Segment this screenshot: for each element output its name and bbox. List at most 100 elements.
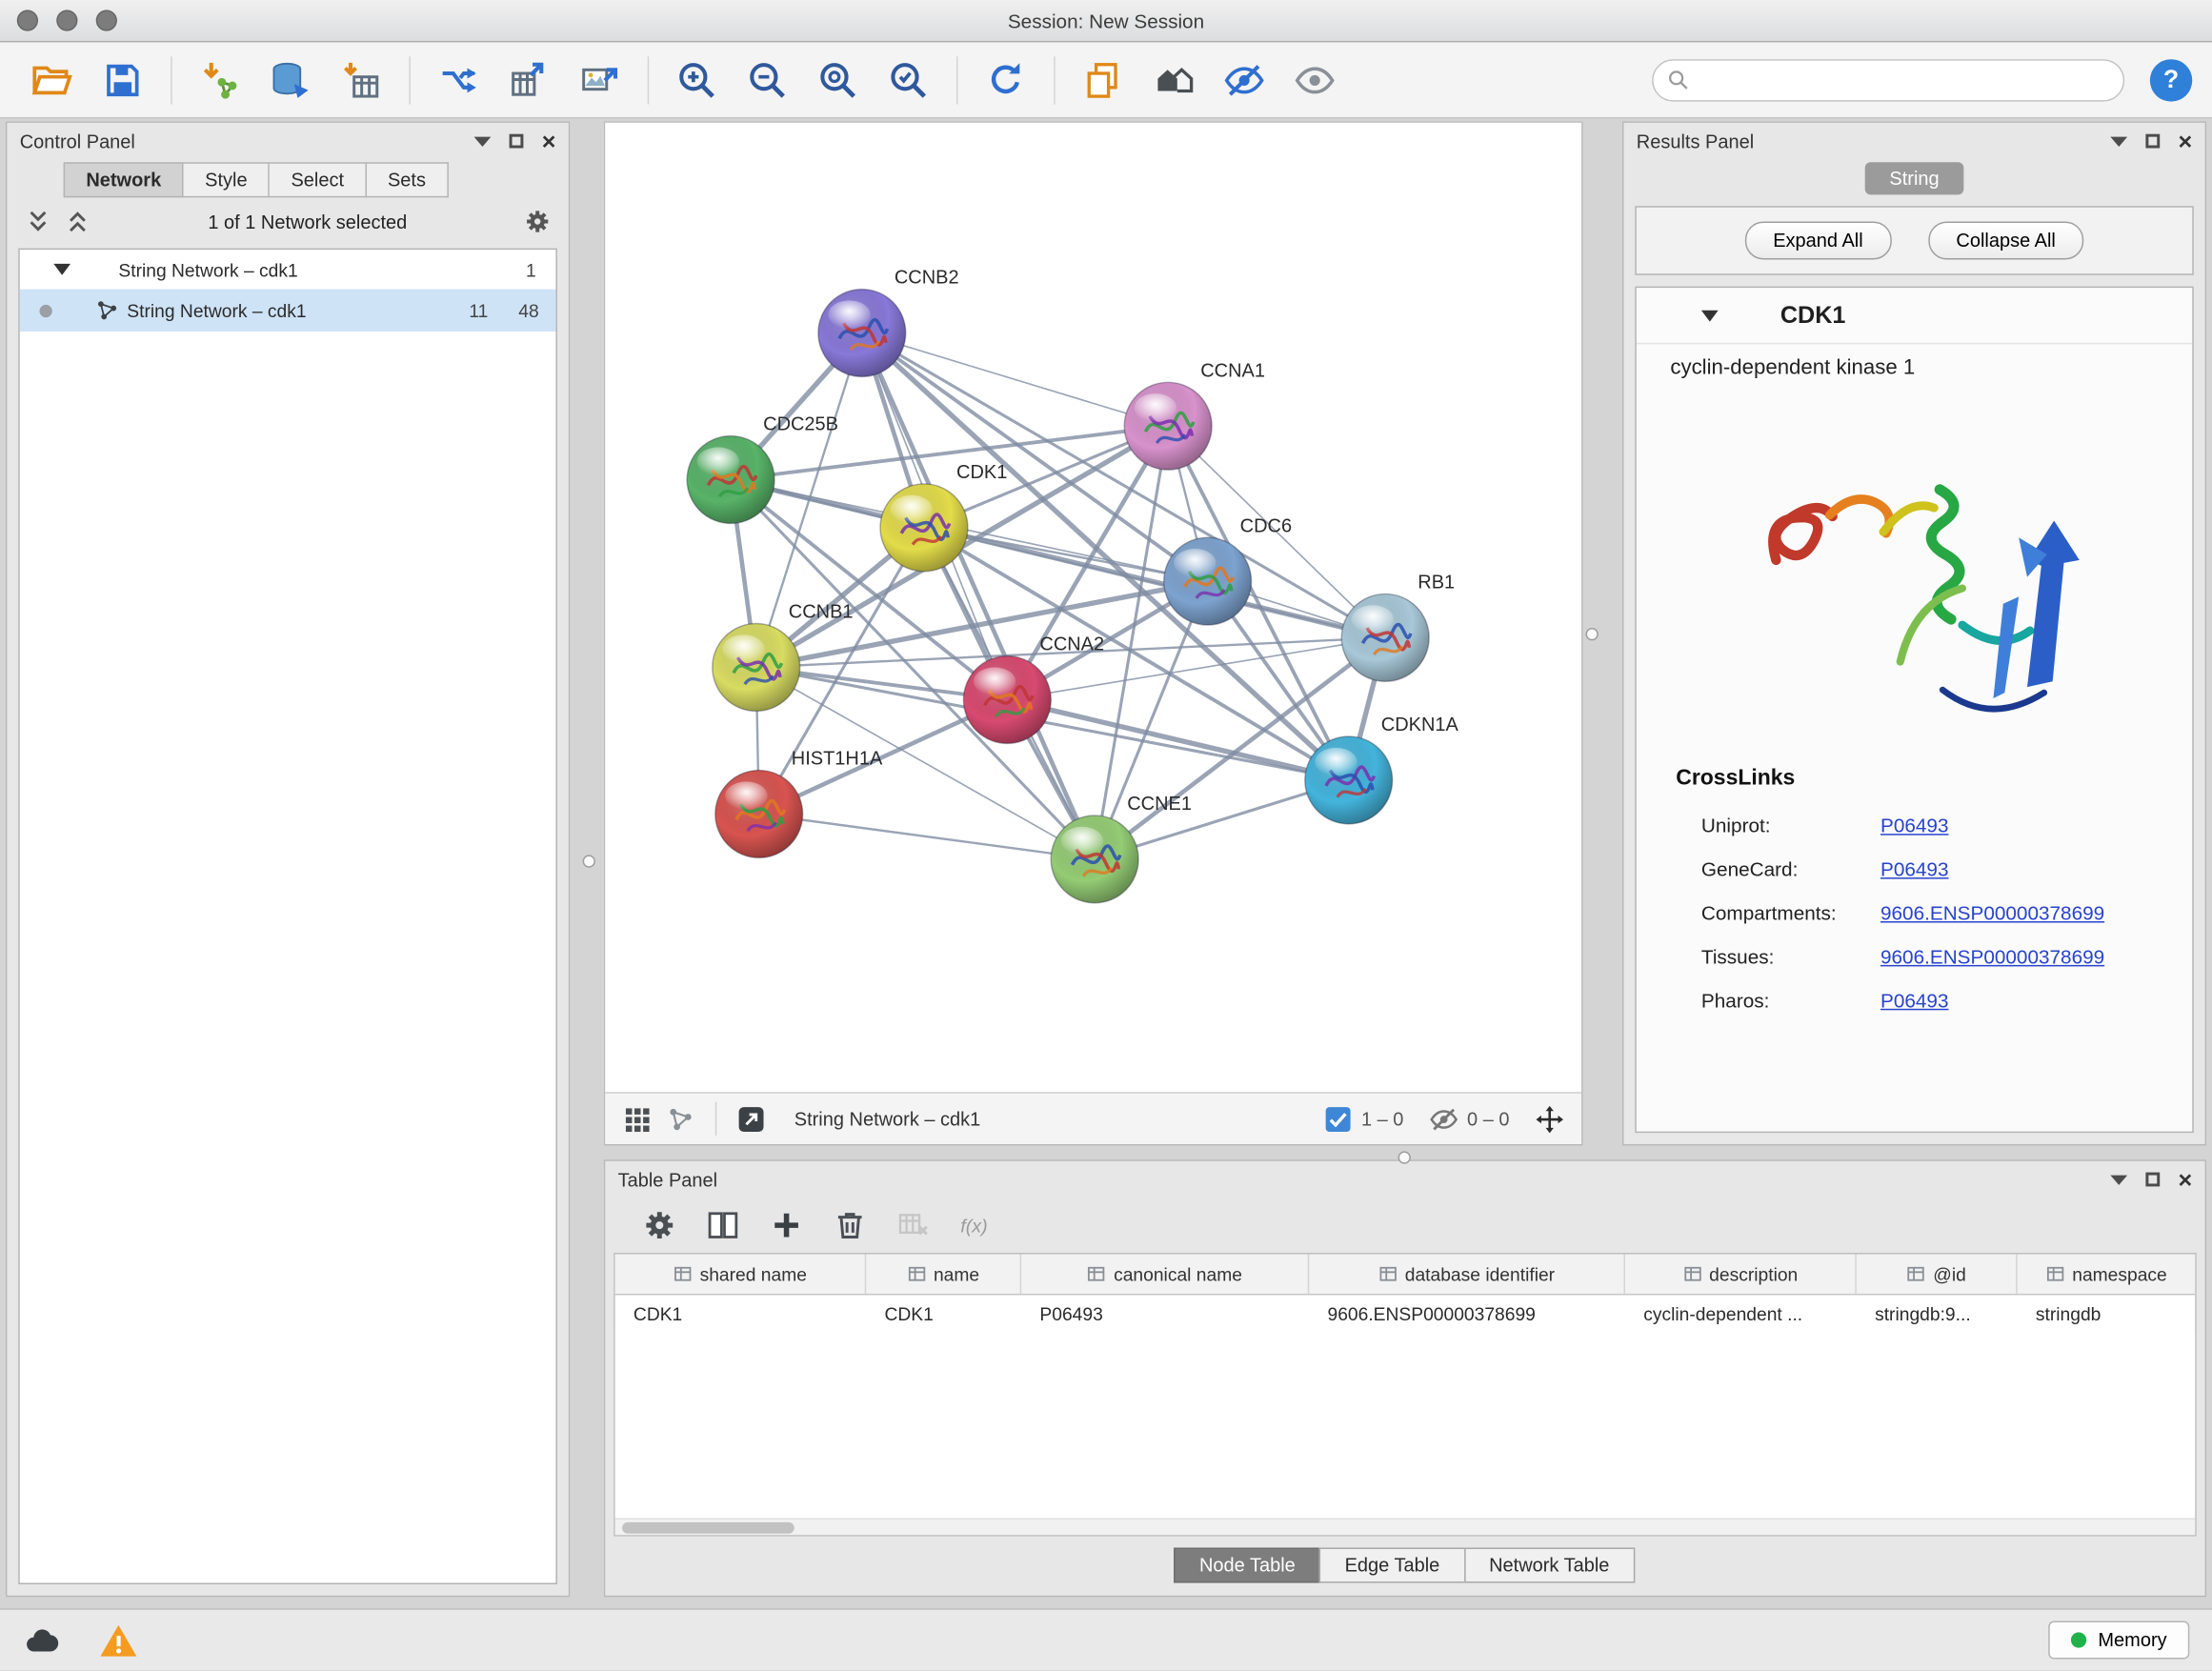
column-header-id[interactable]: @id bbox=[1857, 1254, 2018, 1293]
zoom-selected-button[interactable] bbox=[876, 50, 941, 110]
network-node-CCNB1[interactable] bbox=[713, 624, 800, 712]
genecard-link[interactable]: P06493 bbox=[1880, 857, 1948, 880]
network-node-RB1[interactable] bbox=[1341, 594, 1429, 681]
network-node-CDC6[interactable] bbox=[1164, 537, 1252, 625]
network-node-CDKN1A[interactable] bbox=[1305, 736, 1393, 824]
column-header-canonical-name[interactable]: canonical name bbox=[1021, 1254, 1309, 1293]
help-icon[interactable]: ? bbox=[2150, 58, 2192, 100]
network-node-CDC25B[interactable] bbox=[687, 436, 774, 524]
cell-canonical-name[interactable]: P06493 bbox=[1021, 1303, 1309, 1324]
zoom-fit-button[interactable] bbox=[806, 50, 871, 110]
compartments-link[interactable]: 9606.ENSP00000378699 bbox=[1880, 901, 2104, 924]
close-panel-icon[interactable]: × bbox=[2179, 1167, 2193, 1191]
network-edge[interactable] bbox=[862, 332, 1168, 426]
network-node-CCNA1[interactable] bbox=[1124, 382, 1212, 470]
delete-column-trash-icon[interactable] bbox=[833, 1208, 868, 1243]
collapse-section-icon[interactable] bbox=[1701, 311, 1719, 322]
table-settings-gear-icon[interactable] bbox=[642, 1208, 677, 1243]
function-builder-icon[interactable]: f(x) bbox=[959, 1208, 995, 1243]
column-header-database-identifier[interactable]: database identifier bbox=[1309, 1254, 1625, 1293]
cell-database-identifier[interactable]: 9606.ENSP00000378699 bbox=[1309, 1303, 1625, 1324]
merge-networks-button[interactable] bbox=[426, 50, 491, 110]
network-edge[interactable] bbox=[759, 814, 1095, 858]
import-network-database-button[interactable] bbox=[258, 50, 323, 110]
column-header-name[interactable]: name bbox=[866, 1254, 1021, 1293]
tab-select[interactable]: Select bbox=[270, 162, 366, 197]
add-column-icon[interactable] bbox=[769, 1208, 804, 1243]
cell-id[interactable]: stringdb:9... bbox=[1857, 1303, 2018, 1324]
cell-namespace[interactable]: stringdb bbox=[2018, 1303, 2196, 1324]
float-panel-icon[interactable] bbox=[2145, 134, 2160, 149]
network-node-HIST1H1A[interactable] bbox=[715, 771, 803, 858]
collapse-all-button[interactable]: Collapse All bbox=[1928, 221, 2084, 259]
search-input[interactable] bbox=[1697, 70, 2108, 91]
export-image-button[interactable] bbox=[567, 50, 632, 110]
show-columns-icon[interactable] bbox=[705, 1208, 740, 1243]
close-window-button[interactable] bbox=[17, 10, 38, 30]
horizontal-scrollbar[interactable] bbox=[615, 1518, 2196, 1535]
network-edge[interactable] bbox=[862, 332, 1385, 637]
cloud-icon[interactable] bbox=[23, 1621, 62, 1660]
column-header-description[interactable]: description bbox=[1625, 1254, 1857, 1293]
hide-selected-button[interactable] bbox=[1212, 50, 1277, 110]
collapse-all-rows-icon[interactable] bbox=[64, 208, 92, 236]
network-node-CCNE1[interactable] bbox=[1051, 815, 1138, 903]
float-panel-icon[interactable] bbox=[510, 134, 524, 149]
column-header-namespace[interactable]: namespace bbox=[2018, 1254, 2196, 1293]
tissues-link[interactable]: 9606.ENSP00000378699 bbox=[1880, 944, 2104, 967]
refresh-button[interactable] bbox=[974, 50, 1038, 110]
network-from-table-button[interactable] bbox=[496, 50, 561, 110]
selected-checkbox-icon[interactable] bbox=[1323, 1104, 1353, 1134]
cell-description[interactable]: cyclin-dependent ... bbox=[1625, 1303, 1857, 1324]
copy-button[interactable] bbox=[1071, 50, 1136, 110]
warning-icon[interactable] bbox=[99, 1621, 138, 1660]
protein-card-header[interactable]: CDK1 bbox=[1637, 288, 2192, 344]
close-panel-icon[interactable]: × bbox=[2179, 129, 2193, 152]
network-edge[interactable] bbox=[1007, 700, 1348, 780]
network-canvas[interactable]: CCNB2CCNA1CDC25BCDK1CDC6RB1CCNB1CCNA2CDK… bbox=[605, 123, 1581, 1092]
scrollbar-thumb[interactable] bbox=[622, 1521, 794, 1533]
network-row-selected[interactable]: String Network – cdk1 11 48 bbox=[20, 290, 556, 332]
collapse-panel-icon[interactable] bbox=[474, 136, 492, 146]
network-node-CCNB2[interactable] bbox=[818, 290, 906, 377]
network-collection-row[interactable]: String Network – cdk1 1 bbox=[20, 250, 556, 289]
left-splitter-handle[interactable] bbox=[583, 855, 595, 867]
zoom-out-button[interactable] bbox=[735, 50, 800, 110]
cell-shared-name[interactable]: CDK1 bbox=[615, 1303, 867, 1324]
home-button[interactable] bbox=[1141, 50, 1206, 110]
save-session-button[interactable] bbox=[90, 50, 155, 110]
import-table-button[interactable] bbox=[329, 50, 393, 110]
maximize-window-button[interactable] bbox=[96, 10, 117, 30]
hidden-eye-slash-icon[interactable] bbox=[1429, 1104, 1458, 1134]
zoom-in-button[interactable] bbox=[664, 50, 729, 110]
grid-view-icon[interactable] bbox=[622, 1104, 652, 1134]
tab-sets[interactable]: Sets bbox=[367, 162, 449, 197]
tree-expander-icon[interactable] bbox=[53, 264, 70, 275]
uniprot-link[interactable]: P06493 bbox=[1880, 814, 1948, 836]
cell-name[interactable]: CDK1 bbox=[866, 1303, 1021, 1324]
tab-string[interactable]: String bbox=[1865, 162, 1963, 194]
tab-node-table[interactable]: Node Table bbox=[1174, 1548, 1320, 1583]
expand-all-rows-icon[interactable] bbox=[24, 208, 52, 236]
pharos-link[interactable]: P06493 bbox=[1880, 988, 1948, 1011]
tab-network[interactable]: Network bbox=[64, 162, 184, 197]
network-edge[interactable] bbox=[862, 332, 1095, 858]
network-node-CDK1[interactable] bbox=[880, 484, 968, 572]
float-panel-icon[interactable] bbox=[2145, 1173, 2160, 1187]
right-splitter-handle[interactable] bbox=[1585, 628, 1598, 640]
collapse-panel-icon[interactable] bbox=[2110, 1175, 2127, 1184]
network-overview-icon[interactable] bbox=[666, 1104, 695, 1134]
fit-content-crosshair-icon[interactable] bbox=[1535, 1104, 1564, 1134]
tab-edge-table[interactable]: Edge Table bbox=[1319, 1548, 1465, 1583]
show-all-button[interactable] bbox=[1282, 50, 1347, 110]
open-session-button[interactable] bbox=[20, 50, 85, 110]
import-network-file-button[interactable] bbox=[188, 50, 252, 110]
minimize-window-button[interactable] bbox=[56, 10, 77, 30]
bottom-splitter-handle[interactable] bbox=[1398, 1151, 1411, 1163]
table-row[interactable]: CDK1 CDK1 P06493 9606.ENSP00000378699 cy… bbox=[615, 1295, 2196, 1333]
memory-button[interactable]: Memory bbox=[2049, 1621, 2190, 1660]
tab-network-table[interactable]: Network Table bbox=[1463, 1548, 1635, 1583]
tab-style[interactable]: Style bbox=[184, 162, 270, 197]
expand-all-button[interactable]: Expand All bbox=[1745, 221, 1892, 259]
gear-icon[interactable] bbox=[523, 208, 552, 236]
